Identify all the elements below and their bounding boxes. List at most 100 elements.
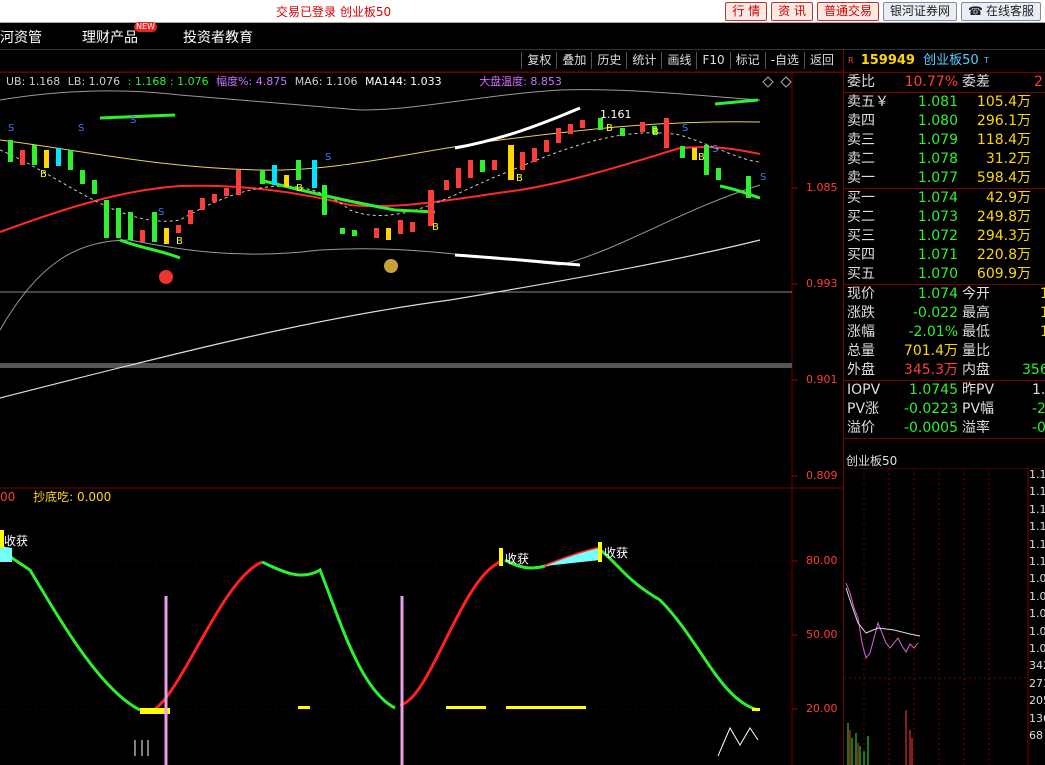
buy-label: 买三 xyxy=(847,228,875,244)
price-axis-label: 0.993 xyxy=(806,277,838,290)
ma6-value: MA6: 1.106 xyxy=(294,75,358,88)
sell-label: 卖二 xyxy=(847,151,875,167)
sell-row[interactable]: 卖三 1.079 118.4万 xyxy=(844,131,1045,150)
indicator-axis-label: 20.00 xyxy=(806,702,838,715)
buy-volume: 42.9万 xyxy=(985,190,1031,206)
lb-value: LB: 1.076 xyxy=(67,75,121,88)
stock-code: 159949 xyxy=(860,53,915,68)
stat-label: 溢价 xyxy=(847,420,875,436)
quote-panel: R 159949 创业板50 T 委比 10.77% 委差 2 卖五￥ 1.081… xyxy=(843,50,1045,765)
buy-volume: 294.3万 xyxy=(976,228,1031,244)
iopv-row: 溢价 -0.0005 溢率 -0 xyxy=(844,419,1045,438)
svg-text:S: S xyxy=(130,115,136,126)
dapan-label: 大盘温度: xyxy=(479,75,527,88)
sell-row[interactable]: 卖四 1.080 296.1万 xyxy=(844,112,1045,131)
sell-label: 卖五￥ xyxy=(847,94,889,110)
sell-row[interactable]: 卖五￥ 1.081 105.4万 xyxy=(844,93,1045,112)
stat-value: -0 xyxy=(1032,420,1045,436)
quote-row: 外盘 345.3万 内盘 356 xyxy=(844,361,1045,380)
svg-text:B: B xyxy=(606,123,613,134)
weibi-label: 委比 xyxy=(847,74,875,90)
v1-value: : 1.168 xyxy=(127,75,167,88)
stat-value: -2 xyxy=(1032,401,1045,417)
stat-value: -0.022 xyxy=(912,305,958,321)
r-badge: R xyxy=(848,56,854,65)
sell-volume: 296.1万 xyxy=(976,113,1031,129)
stat-label: 昨PV xyxy=(962,382,995,398)
weibi-row: 委比 10.77% 委差 2 xyxy=(844,73,1045,92)
online-service-label: 在线客服 xyxy=(985,4,1034,18)
buy-orders: 买一 1.074 42.9万 买二 1.073 249.8万 买三 1.072 294.3万… xyxy=(844,189,1045,284)
stat-value: 1.0745 xyxy=(909,382,958,398)
kline-chart[interactable]: S S S B B B B S B B B S B S S S 1.161 收获… xyxy=(0,0,843,765)
sell-row[interactable]: 卖二 1.078 31.2万 xyxy=(844,150,1045,169)
stat-value: 1 xyxy=(1040,305,1045,321)
indicator-name: 抄底吃: 0.000 xyxy=(33,490,112,504)
buy-row[interactable]: 买二 1.073 249.8万 xyxy=(844,208,1045,227)
buy-volume: 249.8万 xyxy=(976,209,1031,225)
broker-site-button[interactable]: 银河证券网 xyxy=(883,2,958,21)
stat-label: PV幅 xyxy=(962,401,995,417)
sell-label: 卖一 xyxy=(847,170,875,186)
quote-row: 现价 1.074 今开 1 xyxy=(844,285,1045,304)
mini-chart-title: 创业板50 xyxy=(846,454,898,468)
buy-label: 买二 xyxy=(847,209,875,225)
candles xyxy=(8,118,751,244)
sell-row[interactable]: 卖一 1.077 598.4万 xyxy=(844,169,1045,188)
quote-row: 涨幅 -2.01% 最低 1 xyxy=(844,323,1045,342)
buy-row[interactable]: 买四 1.071 220.8万 xyxy=(844,246,1045,265)
mini-axis-label: 1.0 xyxy=(1029,589,1045,603)
v2-value: : 1.076 xyxy=(169,75,209,88)
money-bag-icon xyxy=(384,259,398,273)
buy-label: 买四 xyxy=(847,247,875,263)
svg-text:S: S xyxy=(158,207,164,218)
stat-value: -0.0223 xyxy=(903,401,958,417)
t-badge: T xyxy=(983,56,989,65)
sell-label: 卖四 xyxy=(847,113,875,129)
mini-axis-label: 1.1 xyxy=(1029,555,1045,569)
quote-stats: 现价 1.074 今开 1 涨跌 -0.022 最高 1 涨幅 -2.01% 最低 1 总量 701… xyxy=(844,285,1045,380)
mini-axis-label: 273 xyxy=(1029,676,1045,690)
stat-label: 最高 xyxy=(962,305,990,321)
stat-value: 1 xyxy=(1040,324,1045,340)
buy-price: 1.073 xyxy=(917,209,958,225)
stat-value: 345.3万 xyxy=(903,362,958,378)
sell-price: 1.078 xyxy=(917,151,958,167)
svg-text:S: S xyxy=(682,123,688,134)
weibi-value: 10.77% xyxy=(904,74,958,90)
price-axis-label: 1.085 xyxy=(806,181,838,194)
signal-markers: S S S B B B B S B B B S B S S S xyxy=(8,115,766,247)
buy-row[interactable]: 买五 1.070 609.9万 xyxy=(844,265,1045,284)
mini-axis-label: 1.1 xyxy=(1029,485,1045,499)
indicator-info-bar: UB: 1.168 LB: 1.076 : 1.168 : 1.076 幅度%:… xyxy=(6,73,566,89)
svg-text:S: S xyxy=(78,123,84,134)
mini-axis-label: 1.1 xyxy=(1029,537,1045,551)
stat-value: -0.0005 xyxy=(903,420,958,436)
intraday-mini-chart[interactable] xyxy=(844,468,1045,765)
iopv-stats: IOPV 1.0745 昨PV 1. PV涨 -0.0223 PV幅 -2 溢价 -0.000… xyxy=(844,381,1045,438)
fudu-label: 幅度%: xyxy=(216,75,253,88)
sell-volume: 105.4万 xyxy=(976,94,1031,110)
dapan-value: 8.853 xyxy=(530,75,562,88)
sell-volume: 31.2万 xyxy=(985,151,1031,167)
sell-volume: 598.4万 xyxy=(976,170,1031,186)
service-icon: ☎ xyxy=(968,4,983,18)
sell-orders: 卖五￥ 1.081 105.4万 卖四 1.080 296.1万 卖三 1.079 118.… xyxy=(844,93,1045,188)
quote-row: 涨跌 -0.022 最高 1 xyxy=(844,304,1045,323)
stat-label: PV涨 xyxy=(847,401,880,417)
buy-row[interactable]: 买三 1.072 294.3万 xyxy=(844,227,1045,246)
mini-axis-label: 136 xyxy=(1029,711,1045,725)
buy-row[interactable]: 买一 1.074 42.9万 xyxy=(844,189,1045,208)
stat-value: 1 xyxy=(1040,286,1045,302)
svg-text:B: B xyxy=(40,169,47,180)
high-price-mark: 1.161 xyxy=(600,108,632,121)
quote-row: 总量 701.4万 量比 xyxy=(844,342,1045,361)
stock-header: R 159949 创业板50 T xyxy=(844,50,1045,72)
stat-label: 总量 xyxy=(847,343,875,359)
buy-volume: 609.9万 xyxy=(976,266,1031,282)
online-service-button[interactable]: ☎ 在线客服 xyxy=(961,2,1041,21)
svg-text:S: S xyxy=(712,144,718,155)
stat-label: 涨幅 xyxy=(847,324,875,340)
stat-label: 外盘 xyxy=(847,362,875,378)
buy-price: 1.074 xyxy=(917,190,958,206)
